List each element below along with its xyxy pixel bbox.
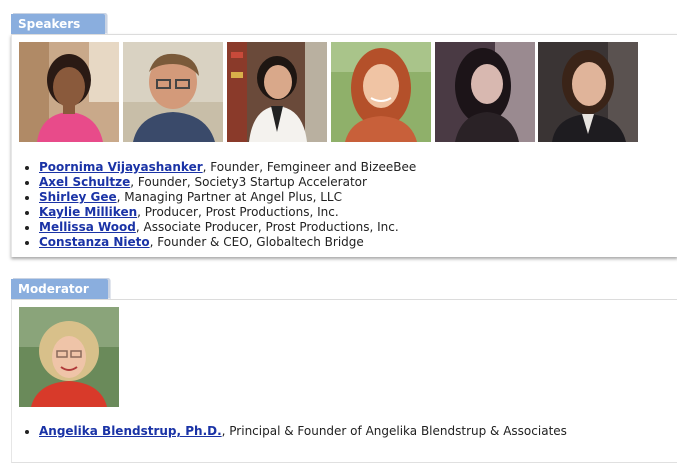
moderator-list: Angelika Blendstrup, Ph.D., Principal & … — [19, 424, 567, 439]
speakers-heading: Speakers — [11, 14, 105, 34]
moderator-photo[interactable] — [19, 307, 119, 407]
speaker-link[interactable]: Shirley Gee — [39, 190, 117, 204]
moderator-panel: Angelika Blendstrup, Ph.D., Principal & … — [11, 299, 677, 463]
speaker-photo-2[interactable] — [123, 42, 223, 142]
speaker-title: , Producer, Prost Productions, Inc. — [137, 205, 339, 219]
moderator-title: , Principal & Founder of Angelika Blends… — [221, 424, 567, 438]
list-item: Kaylie Milliken, Producer, Prost Product… — [39, 205, 416, 220]
speaker-photo-3[interactable] — [227, 42, 327, 142]
speaker-link[interactable]: Axel Schultze — [39, 175, 130, 189]
list-item: Mellissa Wood, Associate Producer, Prost… — [39, 220, 416, 235]
speaker-photo-1[interactable] — [19, 42, 119, 142]
list-item: Angelika Blendstrup, Ph.D., Principal & … — [39, 424, 567, 439]
speakers-panel: Poornima Vijayashanker, Founder, Femgine… — [11, 34, 677, 257]
speaker-list: Poornima Vijayashanker, Founder, Femgine… — [19, 160, 416, 250]
speaker-link[interactable]: Poornima Vijayashanker — [39, 160, 203, 174]
moderator-link[interactable]: Angelika Blendstrup, Ph.D. — [39, 424, 222, 438]
speaker-photo-4[interactable] — [331, 42, 431, 142]
speaker-photo-5[interactable] — [435, 42, 535, 142]
speaker-title: , Founder, Society3 Startup Accelerator — [130, 175, 367, 189]
speaker-link[interactable]: Kaylie Milliken — [39, 205, 137, 219]
list-item: Axel Schultze, Founder, Society3 Startup… — [39, 175, 416, 190]
list-item: Constanza Nieto, Founder & CEO, Globalte… — [39, 235, 416, 250]
speaker-title: , Managing Partner at Angel Plus, LLC — [116, 190, 342, 204]
speaker-link[interactable]: Mellissa Wood — [39, 220, 136, 234]
speaker-title: , Founder & CEO, Globaltech Bridge — [149, 235, 364, 249]
moderator-heading: Moderator — [11, 279, 108, 299]
list-item: Poornima Vijayashanker, Founder, Femgine… — [39, 160, 416, 175]
speaker-title: , Founder, Femgineer and BizeeBee — [202, 160, 417, 174]
speaker-title: , Associate Producer, Prost Productions,… — [135, 220, 399, 234]
speaker-photo-6[interactable] — [538, 42, 638, 142]
speaker-link[interactable]: Constanza Nieto — [39, 235, 150, 249]
list-item: Shirley Gee, Managing Partner at Angel P… — [39, 190, 416, 205]
